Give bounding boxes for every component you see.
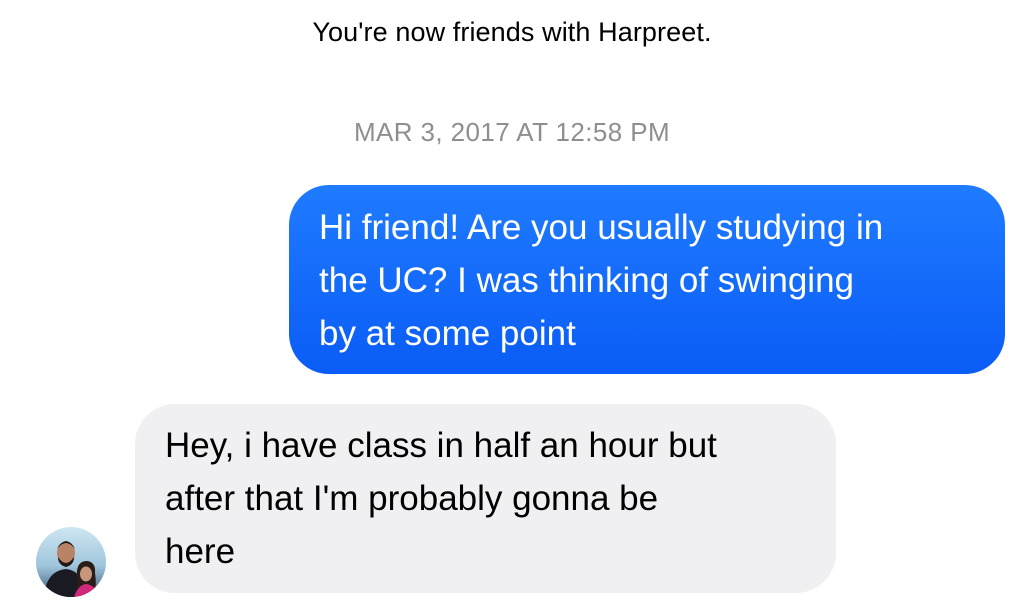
- friend-added-notice: You're now friends with Harpreet.: [312, 17, 712, 47]
- contact-photo-icon: [36, 527, 106, 597]
- message-text-line: by at some point: [319, 314, 576, 353]
- sender-avatar[interactable]: [36, 527, 106, 597]
- message-text-line: Hi friend! Are you usually studying in: [319, 208, 884, 247]
- message-text-line: the UC? I was thinking of swinging: [319, 261, 854, 300]
- incoming-message-bubble[interactable]: Hey, i have class in half an hour but af…: [135, 404, 836, 593]
- chat-screen: You're now friends with Harpreet. MAR 3,…: [0, 0, 1024, 615]
- message-text-line: here: [165, 532, 236, 571]
- message-text-line: Hey, i have class in half an hour but: [165, 426, 717, 465]
- outgoing-message-bubble[interactable]: Hi friend! Are you usually studying in t…: [289, 185, 1005, 374]
- message-text-line: after that I'm probably gonna be: [165, 479, 659, 518]
- message-timestamp: MAR 3, 2017 AT 12:58 PM: [353, 117, 671, 147]
